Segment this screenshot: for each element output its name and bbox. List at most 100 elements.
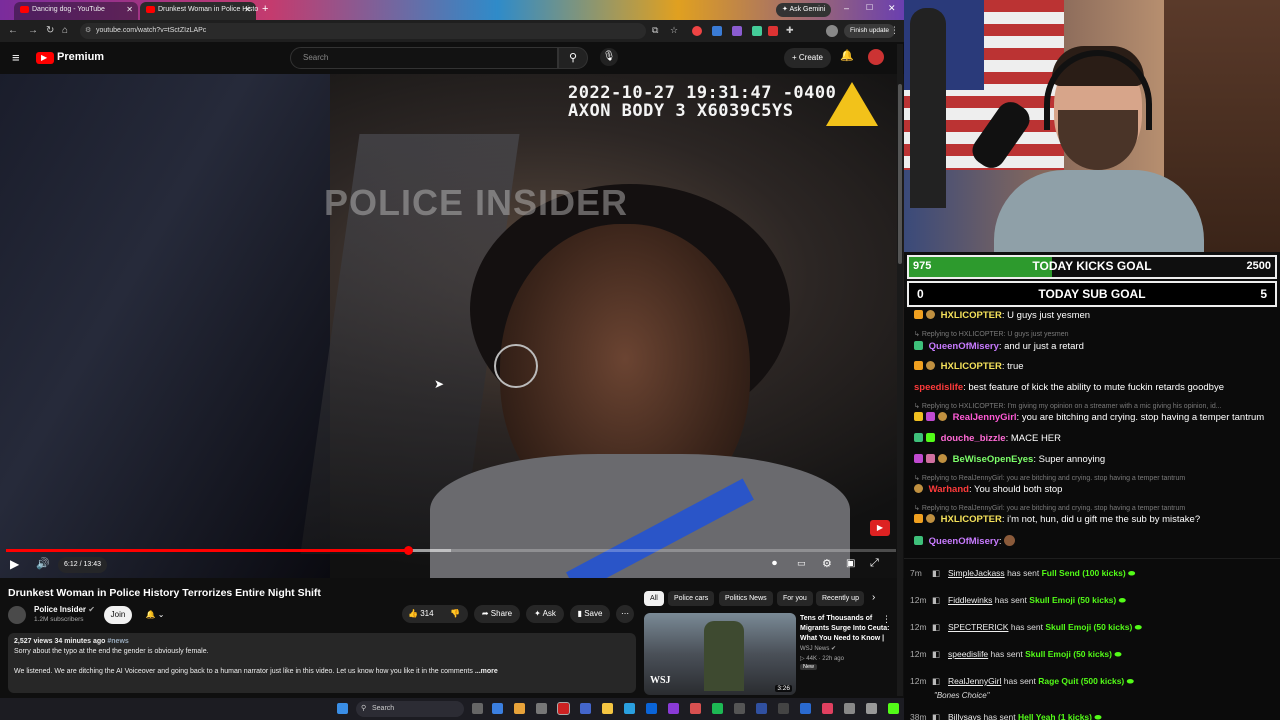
extension-icon[interactable] [712,26,722,36]
chip-recently-uploaded[interactable]: Recently up [816,591,864,606]
hamburger-menu-icon[interactable]: ≡ [12,50,20,65]
microphone-icon[interactable]: 🎙 [600,48,618,66]
scrollbar-thumb[interactable] [898,84,902,264]
chip-for-you[interactable]: For you [777,591,813,606]
dislike-button[interactable]: 👎 [450,605,460,623]
fullscreen-icon[interactable]: ⤢ [870,557,879,570]
site-info-icon[interactable]: ⚙ [85,23,91,39]
close-window-button[interactable]: ✕ [888,3,896,14]
chip-politics-news[interactable]: Politics News [719,591,773,606]
extension-icon[interactable] [752,26,762,36]
autoplay-toggle-icon[interactable]: ⏺ [772,558,777,569]
app-icon[interactable] [646,703,657,714]
chat-username[interactable]: HXLICOPTER [941,310,1002,321]
reload-icon[interactable]: ↻ [46,25,54,36]
event-username[interactable]: Fiddlewinks [948,595,992,605]
app-icon[interactable] [822,703,833,714]
app-icon[interactable] [800,703,811,714]
bookmark-star-icon[interactable]: ☆ [670,25,678,36]
channel-name[interactable]: Police Insider ✔ [34,605,95,614]
telegram-icon[interactable] [624,703,635,714]
premiere-icon[interactable] [756,703,767,714]
description-box[interactable]: 2,527 views 34 minutes ago #news Sorry a… [8,633,636,693]
recommended-title[interactable]: Tens of Thousands of Migrants Surge Into… [800,614,892,644]
app-icon[interactable] [668,703,679,714]
app-icon[interactable] [580,703,591,714]
volume-icon[interactable]: 🔊 [36,557,50,570]
app-icon[interactable] [778,703,789,714]
ask-gemini-button[interactable]: ✦ Ask Gemini [776,3,832,17]
file-explorer-icon[interactable] [602,703,613,714]
settings-gear-icon[interactable]: ⚙ [822,557,832,570]
video-player[interactable] [0,74,904,578]
app-icon[interactable] [866,703,877,714]
chip-police-cars[interactable]: Police cars [668,591,715,606]
notifications-bell-icon[interactable]: 🔔 [840,49,854,62]
more-link[interactable]: ...more [475,668,498,675]
app-icon[interactable] [536,703,547,714]
close-tab-icon[interactable]: ✕ [126,2,133,18]
play-icon[interactable]: ▶ [10,557,19,571]
page-scrollbar[interactable] [897,44,903,696]
edge-icon[interactable] [492,703,503,714]
windows-start-icon[interactable] [337,703,348,714]
event-username[interactable]: SPECTRERICK [948,622,1008,632]
chat-username[interactable]: RealJennyGirl [953,412,1017,423]
extension-icon[interactable] [768,26,778,36]
channel-branding-icon[interactable]: ▶ [870,520,890,536]
hashtag-link[interactable]: #news [107,638,128,645]
miniplayer-icon[interactable]: ▣ [846,558,855,569]
kick-icon[interactable] [888,703,899,714]
like-button[interactable]: 👍 314 [408,605,434,623]
chat-username[interactable]: speedislife [914,382,963,393]
join-button[interactable]: Join [104,606,132,624]
app-icon[interactable] [734,703,745,714]
tab-dancing-dog[interactable]: Dancing dog - YouTube ✕ [14,2,138,20]
more-actions-button[interactable]: ⋯ [616,605,634,623]
home-icon[interactable]: ⌂ [62,25,68,36]
tab-drunkest-woman[interactable]: Drunkest Woman in Police Histo ✕ [140,2,258,20]
search-button[interactable]: ⚲ [558,47,588,69]
captions-icon[interactable]: ▭ [797,558,806,569]
chip-all[interactable]: All [644,591,664,606]
active-app-icon[interactable] [557,702,570,715]
event-username[interactable]: SimpleJackass [948,568,1005,578]
new-tab-button[interactable]: + [262,3,268,15]
ask-button[interactable]: ✦ Ask [526,605,564,623]
chat-username[interactable]: douche_bizzle [941,433,1006,444]
subscribe-bell-button[interactable]: 🔔 ⌄ [138,606,172,624]
share-button[interactable]: ➦ Share [474,605,520,623]
chat-username[interactable]: BeWiseOpenEyes [953,454,1034,465]
kebab-menu-icon[interactable]: ⋮ [890,25,899,36]
event-username[interactable]: Billysays [948,712,981,720]
chat-username[interactable]: Warhand [929,484,969,495]
chat-username[interactable]: QueenOfMisery [929,341,999,352]
back-arrow-icon[interactable]: ← [8,25,18,36]
puzzle-extensions-icon[interactable]: ✚ [786,25,794,36]
save-button[interactable]: ▮ Save [570,605,610,623]
app-icon[interactable] [844,703,855,714]
extension-icon[interactable] [692,26,702,36]
search-input[interactable]: Search [290,47,558,69]
profile-avatar[interactable] [826,25,838,37]
create-button[interactable]: + Create [784,48,831,68]
video-progress-bar[interactable] [6,546,896,555]
chrome-icon[interactable] [514,703,525,714]
extension-icon[interactable] [732,26,742,36]
event-username[interactable]: speedislife [948,649,988,659]
chevron-right-icon[interactable]: › [872,592,875,603]
app-icon[interactable] [690,703,701,714]
chat-username[interactable]: HXLICOPTER [941,361,1002,372]
forward-arrow-icon[interactable]: → [28,25,38,36]
recommended-thumbnail[interactable]: WSJ 3:26 [644,613,796,695]
chat-username[interactable]: QueenOfMisery [929,536,999,547]
minimize-button[interactable]: – [844,3,849,13]
taskbar-search[interactable]: ⚲ Search [356,701,464,717]
finish-update-button[interactable]: Finish update [844,24,896,38]
close-tab-icon[interactable]: ✕ [244,2,251,18]
task-view-icon[interactable] [472,703,483,714]
install-icon[interactable]: ⧉ [652,25,658,36]
url-field[interactable]: ⚙ youtube.com/watch?v=tSctZIzLAPc [80,23,646,39]
channel-avatar[interactable] [8,606,26,624]
chat-username[interactable]: HXLICOPTER [941,514,1002,525]
